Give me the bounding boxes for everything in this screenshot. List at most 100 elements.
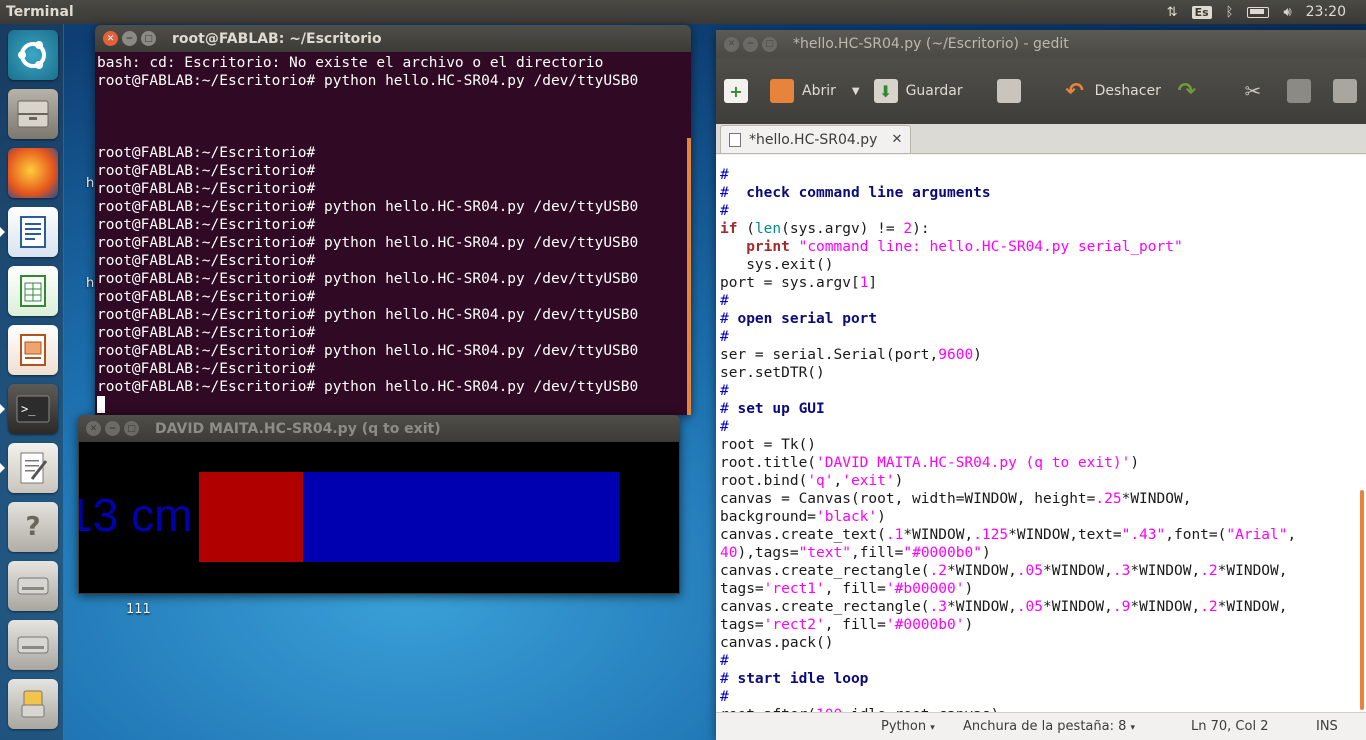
code-line: root.title('DAVID MAITA.HC-SR04.py (q to…: [720, 455, 1140, 471]
tab-width-selector[interactable]: Anchura de la pestaña: 8 ▾: [963, 719, 1135, 734]
code-line: #: [720, 653, 729, 669]
code-editor[interactable]: # # check command line arguments # if (len(…: [716, 155, 1366, 712]
chevron-down-icon: ▾: [1130, 723, 1136, 733]
print-icon: [996, 79, 1021, 103]
window-title: root@FABLAB: ~/Escritorio: [172, 30, 382, 47]
terminal-line: root@FABLAB:~/Escritorio#: [97, 163, 316, 179]
terminal-line: root@FABLAB:~/Escritorio#: [97, 325, 316, 341]
running-indicator: [0, 404, 5, 414]
drive-icon[interactable]: [8, 620, 58, 670]
removable-drive-icon[interactable]: [8, 679, 58, 729]
gedit-titlebar[interactable]: ✕ − □ *hello.HC-SR04.py (~/Escritorio) -…: [716, 30, 1366, 58]
save-icon: ⬇: [873, 79, 898, 103]
new-document-icon: +: [724, 79, 748, 103]
undo-button-label: Deshacer: [1094, 83, 1161, 99]
code-line: #: [720, 167, 729, 183]
desktop-icon-label[interactable]: 111: [126, 602, 151, 617]
statusbar: Python ▾ Anchura de la pestaña: 8 ▾ Ln 7…: [716, 712, 1366, 740]
redo-button[interactable]: ↷: [1175, 78, 1207, 104]
files-icon[interactable]: [8, 89, 58, 139]
libreoffice-impress-icon[interactable]: [8, 325, 58, 375]
libreoffice-calc-icon[interactable]: [8, 266, 58, 316]
maximize-icon[interactable]: □: [141, 31, 156, 46]
print-button[interactable]: [996, 79, 1029, 103]
terminal-scrollbar[interactable]: [687, 138, 691, 415]
chevron-down-icon[interactable]: ▼: [852, 86, 860, 97]
minimize-icon[interactable]: −: [743, 36, 758, 52]
minimize-icon[interactable]: −: [122, 31, 137, 46]
terminal-line: root@FABLAB:~/Escritorio#: [97, 253, 316, 269]
close-icon[interactable]: ✕: [724, 36, 739, 52]
text-editor-icon[interactable]: [8, 443, 58, 493]
running-indicator: [0, 227, 5, 237]
terminal-window: ✕ − □ root@FABLAB: ~/Escritorio bash: cd…: [95, 25, 691, 415]
save-button-label: Guardar: [905, 83, 963, 99]
keyboard-layout-indicator[interactable]: Es: [1191, 5, 1212, 19]
distance-readout: 13 cm: [79, 489, 193, 541]
battery-icon[interactable]: [1247, 6, 1270, 18]
open-button[interactable]: Abrir ▼: [770, 79, 860, 103]
distance-bar-blue: [303, 472, 619, 562]
code-line: canvas.pack(): [720, 635, 834, 651]
close-icon[interactable]: ✕: [86, 421, 101, 436]
terminal-titlebar[interactable]: ✕ − □ root@FABLAB: ~/Escritorio: [95, 25, 691, 52]
running-indicator: [0, 463, 5, 473]
code-line: root = Tk(): [720, 437, 817, 453]
terminal-line: root@FABLAB:~/Escritorio#: [97, 289, 316, 305]
volume-icon[interactable]: 🔊︎: [1283, 5, 1291, 20]
folder-icon: [770, 79, 794, 103]
language-selector[interactable]: Python ▾: [881, 719, 935, 734]
insert-mode: INS: [1316, 719, 1338, 734]
terminal-icon[interactable]: >_: [8, 384, 58, 434]
top-panel: Terminal ⇅ Es ᛒ 🔊︎ 23:20: [0, 0, 1366, 24]
code-line: #: [720, 329, 729, 345]
save-button[interactable]: ⬇ Guardar: [873, 79, 963, 103]
new-document-button[interactable]: +: [724, 79, 756, 103]
code-line: #: [720, 383, 729, 399]
chevron-down-icon: ▾: [930, 723, 935, 733]
code-line: tags='rect1', fill='#b00000'): [720, 581, 974, 597]
clock[interactable]: 23:20: [1306, 4, 1346, 20]
maximize-icon[interactable]: □: [124, 421, 139, 436]
open-button-label: Abrir: [802, 83, 836, 99]
code-line: # start idle loop: [720, 671, 869, 687]
gedit-window: ✕ − □ *hello.HC-SR04.py (~/Escritorio) -…: [716, 30, 1366, 740]
help-icon[interactable]: ?: [8, 502, 58, 552]
desktop-icon-label-partial[interactable]: h: [86, 176, 94, 191]
paste-button[interactable]: [1332, 79, 1365, 103]
maximize-icon[interactable]: □: [762, 36, 777, 52]
terminal-output[interactable]: bash: cd: Escritorio: No existe el archi…: [95, 52, 691, 414]
active-app-title: Terminal: [6, 4, 74, 20]
copy-button[interactable]: [1286, 79, 1319, 103]
terminal-line: root@FABLAB:~/Escritorio# python hello.H…: [97, 307, 639, 323]
code-line: #: [720, 419, 729, 435]
bluetooth-icon[interactable]: ᛒ: [1226, 5, 1234, 20]
drive-icon[interactable]: [8, 561, 58, 611]
document-tab[interactable]: *hello.HC-SR04.py ✕: [720, 125, 912, 153]
libreoffice-writer-icon[interactable]: [8, 207, 58, 257]
paste-icon: [1332, 79, 1357, 103]
cut-button[interactable]: ✂: [1241, 79, 1273, 103]
network-icon[interactable]: ⇅: [1167, 5, 1178, 20]
code-line: canvas.create_text(.1*WINDOW,.125*WINDOW…: [720, 527, 1297, 543]
minimize-icon[interactable]: −: [105, 421, 120, 436]
redo-icon: ↷: [1177, 78, 1197, 104]
terminal-line: root@FABLAB:~/Escritorio# python hello.H…: [97, 73, 639, 89]
launcher: >_ ?: [0, 24, 64, 740]
tk-titlebar[interactable]: ✕ − □ DAVID MAITA.HC-SR04.py (q to exit): [78, 415, 680, 442]
desktop-icon-label-partial[interactable]: h: [86, 276, 94, 291]
terminal-line: bash: cd: Escritorio: No existe el archi…: [97, 55, 604, 71]
editor-scrollbar[interactable]: [1360, 490, 1364, 710]
svg-text:>_: >_: [21, 402, 36, 416]
close-icon[interactable]: ✕: [103, 31, 118, 46]
window-title: DAVID MAITA.HC-SR04.py (q to exit): [155, 420, 441, 437]
undo-button[interactable]: ↶ Deshacer: [1063, 79, 1161, 104]
code-line: canvas.create_rectangle(.2*WINDOW,.05*WI…: [720, 563, 1288, 579]
firefox-icon[interactable]: [8, 148, 58, 198]
code-line: if (len(sys.argv) != 2):: [720, 221, 930, 237]
ubuntu-dash-icon[interactable]: [8, 30, 58, 80]
close-tab-icon[interactable]: ✕: [891, 132, 902, 147]
code-line: # check command line arguments: [720, 185, 991, 201]
